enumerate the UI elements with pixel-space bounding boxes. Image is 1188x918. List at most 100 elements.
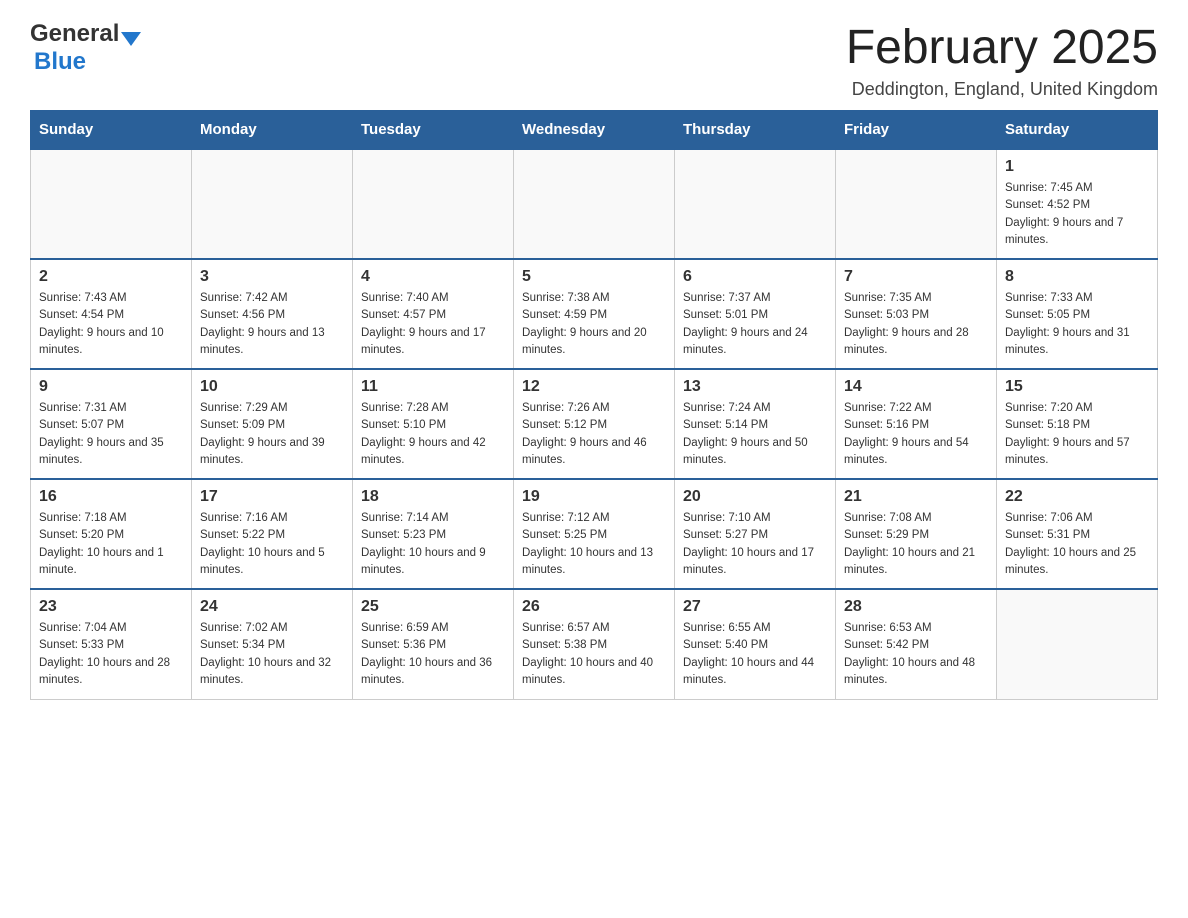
day-info: Sunrise: 7:38 AMSunset: 4:59 PMDaylight:… xyxy=(522,290,666,359)
calendar-cell: 3 Sunrise: 7:42 AMSunset: 4:56 PMDaylight… xyxy=(192,259,353,369)
day-number: 5 xyxy=(522,268,666,286)
calendar-cell: 23 Sunrise: 7:04 AMSunset: 5:33 PMDayligh… xyxy=(31,589,192,699)
day-number: 3 xyxy=(200,268,344,286)
logo-arrow-icon xyxy=(121,32,141,46)
day-info: Sunrise: 7:18 AMSunset: 5:20 PMDaylight:… xyxy=(39,510,183,579)
day-number: 9 xyxy=(39,378,183,396)
calendar-header-row: SundayMondayTuesdayWednesdayThursdayFrid… xyxy=(31,111,1158,150)
day-info: Sunrise: 7:31 AMSunset: 5:07 PMDaylight:… xyxy=(39,400,183,469)
calendar-cell: 7 Sunrise: 7:35 AMSunset: 5:03 PMDaylight… xyxy=(836,259,997,369)
day-info: Sunrise: 7:02 AMSunset: 5:34 PMDaylight:… xyxy=(200,620,344,689)
logo-general-text: General xyxy=(30,20,119,48)
day-number: 7 xyxy=(844,268,988,286)
day-number: 24 xyxy=(200,598,344,616)
calendar-cell: 6Sunrise: 7:37 AMSunset: 5:01 PMDaylight… xyxy=(675,259,836,369)
day-number: 25 xyxy=(361,598,505,616)
day-info: Sunrise: 7:35 AMSunset: 5:03 PMDaylight:… xyxy=(844,290,988,359)
calendar-cell: 14Sunrise: 7:22 AMSunset: 5:16 PMDayligh… xyxy=(836,369,997,479)
day-number: 17 xyxy=(200,488,344,506)
day-number: 26 xyxy=(522,598,666,616)
day-info: Sunrise: 7:20 AMSunset: 5:18 PMDaylight:… xyxy=(1005,400,1149,469)
day-info: Sunrise: 7:12 AMSunset: 5:25 PMDaylight:… xyxy=(522,510,666,579)
logo: General Blue xyxy=(30,20,141,76)
day-info: Sunrise: 7:10 AMSunset: 5:27 PMDaylight:… xyxy=(683,510,827,579)
calendar-cell: 17 Sunrise: 7:16 AMSunset: 5:22 PMDayligh… xyxy=(192,479,353,589)
calendar-cell: 27 Sunrise: 6:55 AMSunset: 5:40 PMDayligh… xyxy=(675,589,836,699)
calendar-table: SundayMondayTuesdayWednesdayThursdayFrid… xyxy=(30,110,1158,700)
day-number: 19 xyxy=(522,488,666,506)
day-info: Sunrise: 6:57 AMSunset: 5:38 PMDaylight:… xyxy=(522,620,666,689)
day-info: Sunrise: 7:16 AMSunset: 5:22 PMDaylight:… xyxy=(200,510,344,579)
day-number: 13 xyxy=(683,378,827,396)
calendar-cell: 1Sunrise: 7:45 AMSunset: 4:52 PMDaylight… xyxy=(997,149,1158,259)
calendar-cell xyxy=(997,589,1158,699)
calendar-cell xyxy=(675,149,836,259)
day-number: 14 xyxy=(844,378,988,396)
calendar-cell: 5 Sunrise: 7:38 AMSunset: 4:59 PMDaylight… xyxy=(514,259,675,369)
location-text: Deddington, England, United Kingdom xyxy=(846,79,1158,100)
day-info: Sunrise: 7:06 AMSunset: 5:31 PMDaylight:… xyxy=(1005,510,1149,579)
week-row-5: 23 Sunrise: 7:04 AMSunset: 5:33 PMDayligh… xyxy=(31,589,1158,699)
calendar-cell: 21Sunrise: 7:08 AMSunset: 5:29 PMDayligh… xyxy=(836,479,997,589)
day-info: Sunrise: 6:55 AMSunset: 5:40 PMDaylight:… xyxy=(683,620,827,689)
day-number: 18 xyxy=(361,488,505,506)
day-number: 10 xyxy=(200,378,344,396)
day-of-week-tuesday: Tuesday xyxy=(353,111,514,150)
day-info: Sunrise: 7:26 AMSunset: 5:12 PMDaylight:… xyxy=(522,400,666,469)
day-number: 27 xyxy=(683,598,827,616)
day-number: 4 xyxy=(361,268,505,286)
calendar-cell xyxy=(836,149,997,259)
calendar-cell: 18 Sunrise: 7:14 AMSunset: 5:23 PMDayligh… xyxy=(353,479,514,589)
calendar-cell: 12 Sunrise: 7:26 AMSunset: 5:12 PMDayligh… xyxy=(514,369,675,479)
day-number: 16 xyxy=(39,488,183,506)
calendar-cell xyxy=(31,149,192,259)
month-title: February 2025 xyxy=(846,20,1158,75)
calendar-cell: 4 Sunrise: 7:40 AMSunset: 4:57 PMDaylight… xyxy=(353,259,514,369)
week-row-4: 16 Sunrise: 7:18 AMSunset: 5:20 PMDayligh… xyxy=(31,479,1158,589)
calendar-cell: 9 Sunrise: 7:31 AMSunset: 5:07 PMDaylight… xyxy=(31,369,192,479)
calendar-cell: 22 Sunrise: 7:06 AMSunset: 5:31 PMDayligh… xyxy=(997,479,1158,589)
week-row-3: 9 Sunrise: 7:31 AMSunset: 5:07 PMDaylight… xyxy=(31,369,1158,479)
day-info: Sunrise: 7:14 AMSunset: 5:23 PMDaylight:… xyxy=(361,510,505,579)
day-number: 11 xyxy=(361,378,505,396)
day-info: Sunrise: 7:43 AMSunset: 4:54 PMDaylight:… xyxy=(39,290,183,359)
day-number: 1 xyxy=(1005,158,1149,176)
day-of-week-thursday: Thursday xyxy=(675,111,836,150)
day-number: 6 xyxy=(683,268,827,286)
calendar-cell: 28 Sunrise: 6:53 AMSunset: 5:42 PMDayligh… xyxy=(836,589,997,699)
day-info: Sunrise: 6:53 AMSunset: 5:42 PMDaylight:… xyxy=(844,620,988,689)
day-number: 12 xyxy=(522,378,666,396)
calendar-cell: 20 Sunrise: 7:10 AMSunset: 5:27 PMDayligh… xyxy=(675,479,836,589)
day-info: Sunrise: 7:42 AMSunset: 4:56 PMDaylight:… xyxy=(200,290,344,359)
week-row-2: 2 Sunrise: 7:43 AMSunset: 4:54 PMDaylight… xyxy=(31,259,1158,369)
calendar-cell: 25 Sunrise: 6:59 AMSunset: 5:36 PMDayligh… xyxy=(353,589,514,699)
calendar-cell: 11 Sunrise: 7:28 AMSunset: 5:10 PMDayligh… xyxy=(353,369,514,479)
calendar-cell: 24 Sunrise: 7:02 AMSunset: 5:34 PMDayligh… xyxy=(192,589,353,699)
calendar-cell: 15 Sunrise: 7:20 AMSunset: 5:18 PMDayligh… xyxy=(997,369,1158,479)
calendar-cell: 19 Sunrise: 7:12 AMSunset: 5:25 PMDayligh… xyxy=(514,479,675,589)
day-info: Sunrise: 7:28 AMSunset: 5:10 PMDaylight:… xyxy=(361,400,505,469)
day-of-week-wednesday: Wednesday xyxy=(514,111,675,150)
day-info: Sunrise: 7:08 AMSunset: 5:29 PMDaylight:… xyxy=(844,510,988,579)
day-info: Sunrise: 7:40 AMSunset: 4:57 PMDaylight:… xyxy=(361,290,505,359)
day-number: 23 xyxy=(39,598,183,616)
day-number: 8 xyxy=(1005,268,1149,286)
day-number: 22 xyxy=(1005,488,1149,506)
day-of-week-monday: Monday xyxy=(192,111,353,150)
day-number: 28 xyxy=(844,598,988,616)
day-number: 2 xyxy=(39,268,183,286)
day-info: Sunrise: 7:04 AMSunset: 5:33 PMDaylight:… xyxy=(39,620,183,689)
day-number: 20 xyxy=(683,488,827,506)
day-info: Sunrise: 7:24 AMSunset: 5:14 PMDaylight:… xyxy=(683,400,827,469)
day-info: Sunrise: 6:59 AMSunset: 5:36 PMDaylight:… xyxy=(361,620,505,689)
calendar-cell xyxy=(192,149,353,259)
day-of-week-saturday: Saturday xyxy=(997,111,1158,150)
calendar-cell xyxy=(514,149,675,259)
day-of-week-sunday: Sunday xyxy=(31,111,192,150)
day-number: 15 xyxy=(1005,378,1149,396)
calendar-cell xyxy=(353,149,514,259)
calendar-cell: 16 Sunrise: 7:18 AMSunset: 5:20 PMDayligh… xyxy=(31,479,192,589)
calendar-cell: 13 Sunrise: 7:24 AMSunset: 5:14 PMDayligh… xyxy=(675,369,836,479)
day-info: Sunrise: 7:33 AMSunset: 5:05 PMDaylight:… xyxy=(1005,290,1149,359)
title-area: February 2025 Deddington, England, Unite… xyxy=(846,20,1158,100)
